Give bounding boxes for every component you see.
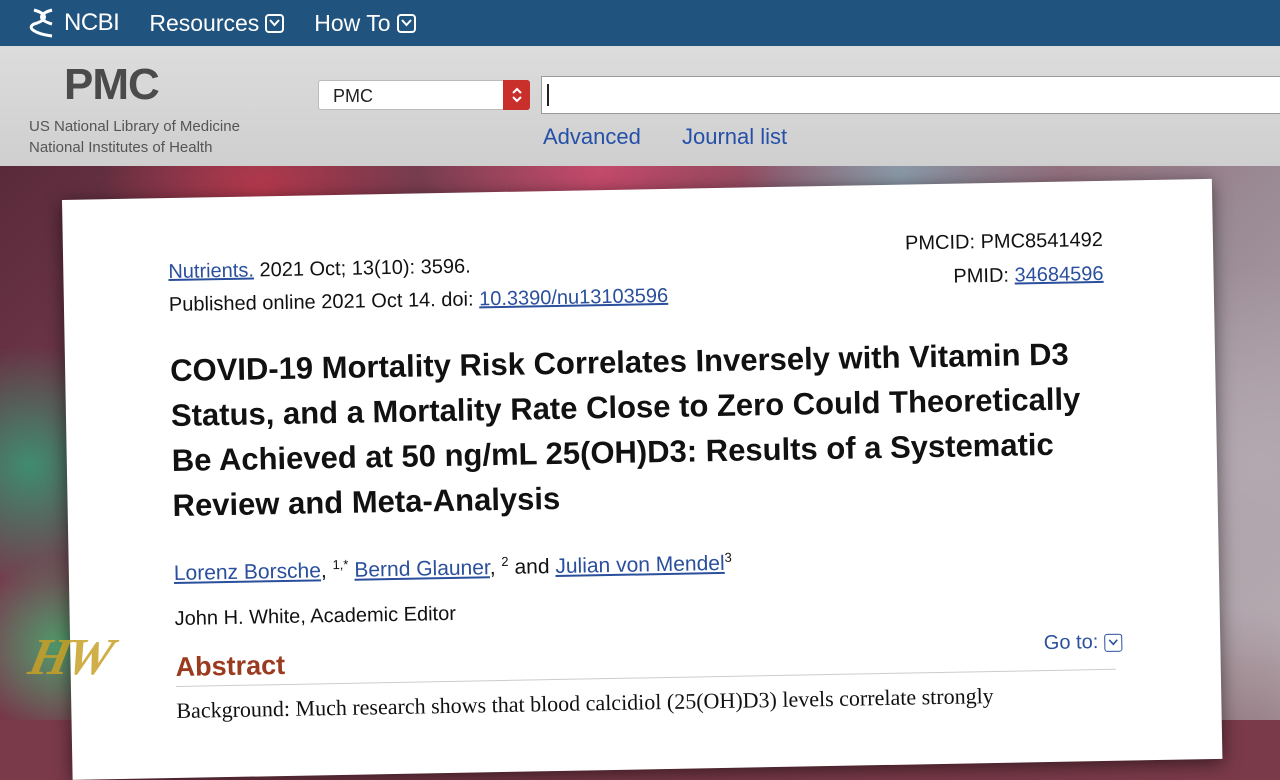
ncbi-logo-text: NCBI — [64, 9, 120, 36]
pmid-link[interactable]: 34684596 — [1014, 263, 1103, 287]
chevron-down-icon — [396, 13, 416, 33]
author-link[interactable]: Bernd Glauner — [354, 556, 490, 581]
advanced-search-link[interactable]: Advanced — [543, 124, 641, 150]
author-separator: , — [320, 559, 333, 583]
channel-watermark-logo: HW — [23, 629, 115, 686]
author-affiliation: 3 — [724, 549, 732, 565]
citation-text: 2021 Oct; 13(10): 3596. — [253, 255, 471, 282]
pmid-row: PMID: 34684596 — [953, 263, 1104, 289]
pmcid-value: PMC8541492 — [980, 228, 1104, 254]
academic-editor: John H. White, Academic Editor — [174, 602, 457, 631]
doi-link[interactable]: 10.3390/nu13103596 — [479, 285, 668, 310]
text-caret — [547, 84, 549, 106]
author-link[interactable]: Julian von Mendel — [555, 552, 725, 578]
pmcid-row: PMCID: PMC8541492 — [905, 229, 1103, 256]
chevron-down-icon — [265, 13, 285, 33]
published-line: Published online 2021 Oct 14. doi: 10.33… — [169, 285, 669, 317]
pmid-label: PMID: — [953, 264, 1015, 288]
published-text: Published online 2021 Oct 14. doi: — [168, 288, 480, 317]
pmc-logo[interactable]: PMC — [64, 60, 160, 110]
author-link[interactable]: Lorenz Borsche — [174, 559, 321, 585]
pmc-header: PMC US National Library of Medicine Nati… — [0, 46, 1280, 167]
nav-resources-label: Resources — [149, 9, 260, 36]
nav-how-to[interactable]: How To — [314, 9, 416, 37]
abstract-text: Background: Much research shows that blo… — [176, 683, 994, 723]
author-list: Lorenz Borsche, 1,* Bernd Glauner, 2 and… — [174, 550, 732, 586]
abstract-heading: Abstract — [175, 649, 286, 682]
nlm-subtitle: US National Library of Medicine — [29, 118, 240, 135]
author-separator: and — [508, 555, 556, 579]
citation-line: Nutrients. 2021 Oct; 13(10): 3596. — [168, 256, 471, 285]
search-input[interactable] — [541, 76, 1280, 114]
article-title: COVID-19 Mortality Risk Correlates Inver… — [169, 336, 1081, 524]
article-page: Nutrients. 2021 Oct; 13(10): 3596. Publi… — [62, 178, 1223, 780]
goto-label: Go to: — [1043, 631, 1099, 655]
ncbi-logo[interactable]: NCBI — [28, 6, 120, 40]
nav-resources[interactable]: Resources — [149, 9, 285, 37]
ncbi-top-bar: NCBI Resources How To — [0, 0, 1280, 46]
pmcid-label: PMCID: — [904, 231, 981, 255]
database-select[interactable]: PMC — [318, 80, 530, 110]
nav-how-to-label: How To — [314, 9, 391, 36]
journal-link[interactable]: Nutrients. — [168, 259, 254, 283]
journal-list-link[interactable]: Journal list — [682, 124, 787, 150]
chevron-down-icon — [1104, 633, 1123, 652]
author-separator: , — [489, 556, 502, 580]
select-spinner-icon — [503, 80, 530, 110]
goto-menu[interactable]: Go to: — [1044, 631, 1123, 655]
ncbi-helix-icon — [29, 8, 53, 38]
author-affiliation: 1,* — [332, 556, 349, 573]
database-select-value: PMC — [333, 86, 373, 106]
nih-subtitle: National Institutes of Health — [29, 139, 213, 156]
